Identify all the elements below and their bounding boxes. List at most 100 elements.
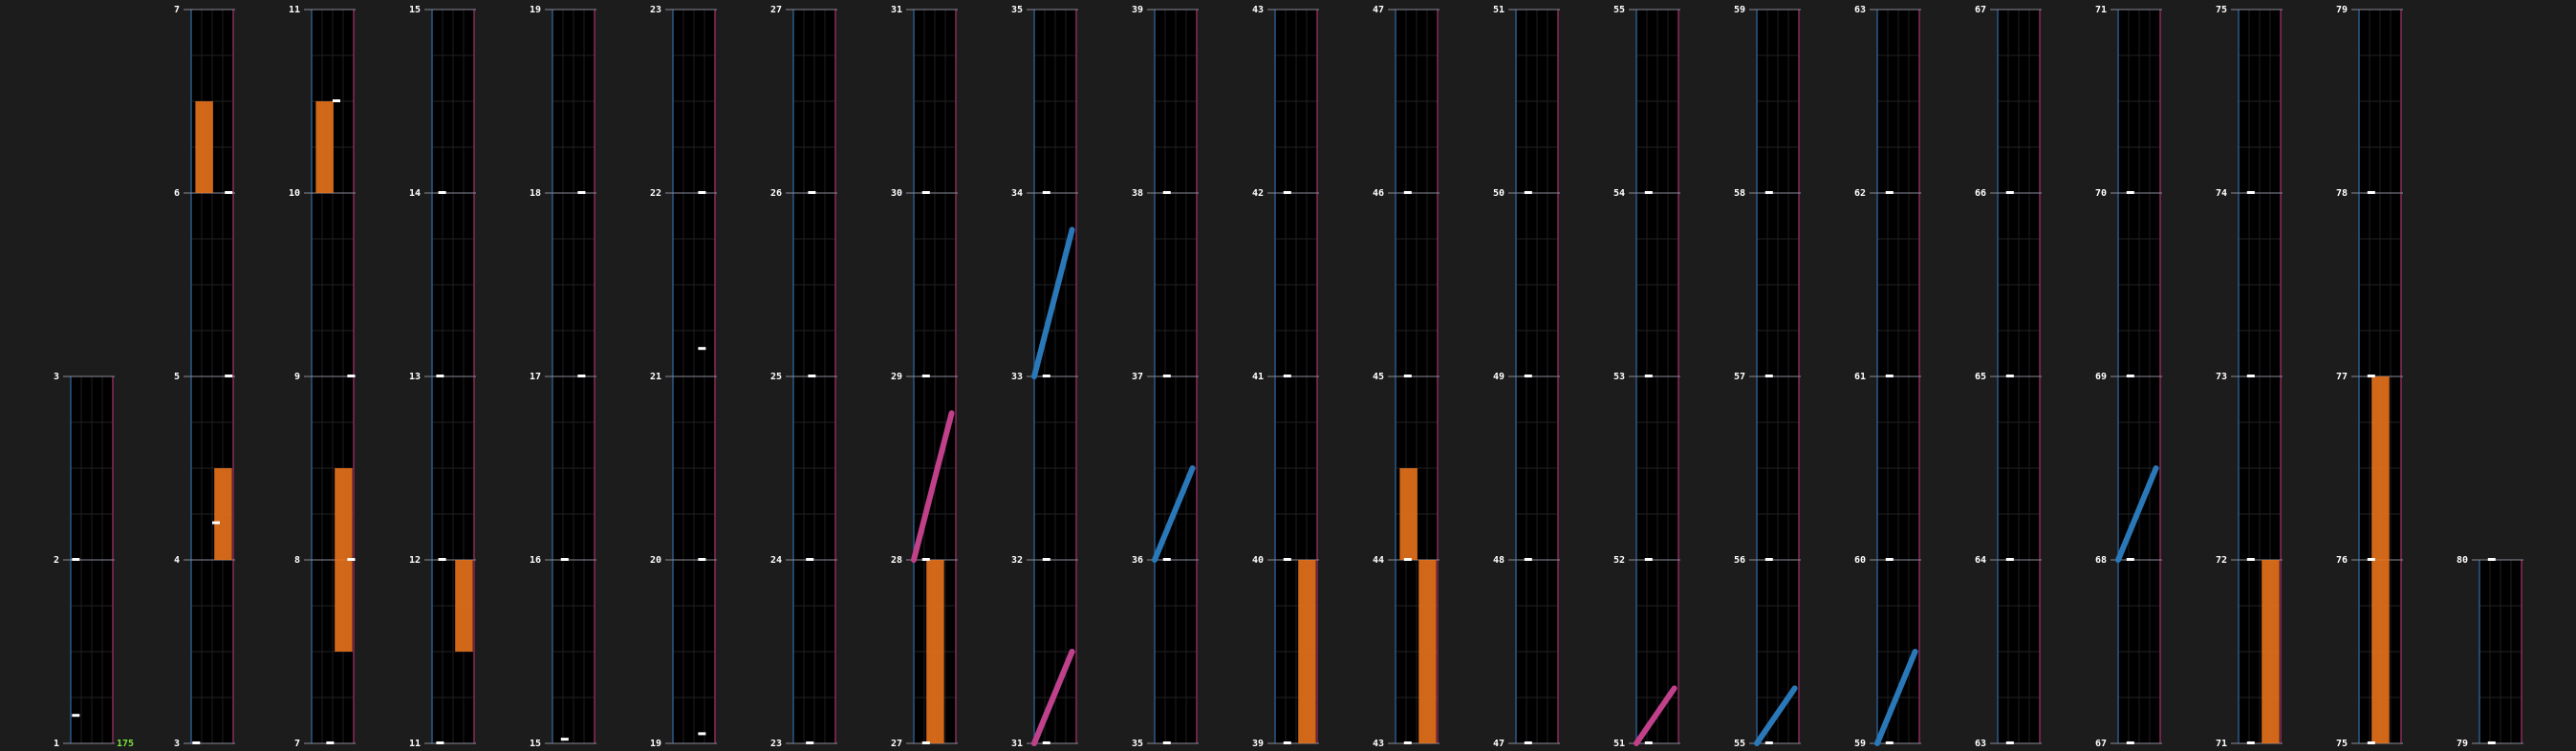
tap-note (2367, 558, 2375, 561)
hold-note (926, 560, 944, 743)
measure-number: 63 (1854, 5, 1866, 15)
tap-note (1162, 375, 1171, 377)
measure-number: 50 (1493, 188, 1504, 199)
measure-number: 19 (530, 5, 541, 15)
hold-note (1399, 468, 1418, 560)
tap-note (225, 375, 233, 377)
tap-note (560, 558, 569, 561)
tap-note (192, 741, 201, 744)
tap-note (2246, 741, 2255, 744)
tap-note (1162, 741, 1171, 744)
tap-note (1042, 191, 1050, 194)
tap-note (2126, 741, 2134, 744)
measure-number: 59 (1854, 739, 1866, 749)
tap-note (2005, 558, 2014, 561)
measure-number: 39 (1132, 5, 1143, 15)
measure-number: 31 (891, 5, 902, 15)
tap-note (2246, 375, 2255, 377)
tap-note (2487, 741, 2496, 744)
tap-note (1764, 741, 1773, 744)
tap-note (698, 732, 706, 736)
tap-note (1524, 558, 1532, 561)
measure-number: 31 (1011, 739, 1023, 749)
measure-number: 54 (1613, 188, 1625, 199)
hold-note (315, 101, 334, 193)
hold-note (455, 560, 473, 652)
tap-note (577, 191, 586, 194)
measure-number: 68 (2095, 555, 2107, 566)
tap-note (1403, 191, 1412, 194)
measure-number: 32 (1011, 555, 1023, 566)
measure-number: 7 (174, 5, 180, 15)
tap-note (2005, 375, 2014, 377)
tap-note (1764, 191, 1773, 194)
measure-number: 13 (409, 372, 421, 382)
tap-note (1764, 375, 1773, 377)
measure-number: 9 (294, 372, 300, 382)
measure-number: 3 (174, 739, 180, 749)
tap-note (2367, 741, 2375, 744)
measure-number: 44 (1373, 555, 1384, 566)
tap-note (698, 558, 706, 561)
tap-note (2367, 375, 2375, 377)
measure-number: 67 (1975, 5, 1986, 15)
hold-note (2371, 560, 2390, 743)
measure-number: 61 (1854, 372, 1866, 382)
measure-number: 35 (1011, 5, 1023, 15)
tap-note (438, 191, 446, 194)
measure-number: 11 (409, 739, 421, 749)
measure-number: 2 (54, 555, 59, 566)
measure-number: 69 (2095, 372, 2107, 382)
tap-note (2367, 191, 2375, 194)
measure-number: 63 (1975, 739, 1986, 749)
tap-note (1283, 375, 1291, 377)
measure-number: 6 (174, 188, 180, 199)
tap-note (921, 558, 930, 561)
tap-note (2246, 558, 2255, 561)
hold-note (2262, 560, 2280, 743)
measure-number: 40 (1252, 555, 1264, 566)
measure-number: 18 (530, 188, 541, 199)
tap-note (2005, 191, 2014, 194)
measure-number: 42 (1252, 188, 1264, 199)
tap-note (806, 741, 814, 744)
measure-number: 55 (1734, 739, 1745, 749)
measure-number: 29 (891, 372, 902, 382)
measure-number: 4 (174, 555, 180, 566)
measure-number: 17 (530, 372, 541, 382)
hold-note (1418, 560, 1437, 743)
measure-number: 21 (650, 372, 661, 382)
tap-note (1885, 558, 1894, 561)
measure-number: 71 (2095, 5, 2107, 15)
measure-number: 43 (1373, 739, 1384, 749)
measure-number: 8 (294, 555, 300, 566)
tap-note (698, 347, 706, 351)
measure-number: 64 (1975, 555, 1986, 566)
measure-number: 76 (2336, 555, 2348, 566)
measure-number: 7 (294, 739, 300, 749)
measure-number: 62 (1854, 188, 1866, 199)
tap-note (2246, 191, 2255, 194)
tap-note (2126, 558, 2134, 561)
measure-number: 30 (891, 188, 902, 199)
measure-number: 67 (2095, 739, 2107, 749)
tap-note (1885, 375, 1894, 377)
measure-number: 39 (1252, 739, 1264, 749)
measure-number: 20 (650, 555, 661, 566)
tap-note (808, 191, 816, 194)
measure-number: 58 (1734, 188, 1745, 199)
hold-note (2371, 376, 2390, 560)
tap-note (560, 738, 569, 741)
measure-number: 19 (650, 739, 661, 749)
measure-number: 51 (1493, 5, 1504, 15)
measure-number: 80 (2457, 555, 2468, 566)
measure-number: 15 (409, 5, 421, 15)
tap-note (2126, 375, 2134, 377)
hold-note (214, 468, 232, 560)
measure-number: 66 (1975, 188, 1986, 199)
tap-note (1403, 375, 1412, 377)
chart-preview: 1233456778910111112131415151617181919202… (0, 0, 2576, 751)
measure-number: 36 (1132, 555, 1143, 566)
lanes (63, 9, 2523, 744)
hold-note (195, 101, 213, 193)
